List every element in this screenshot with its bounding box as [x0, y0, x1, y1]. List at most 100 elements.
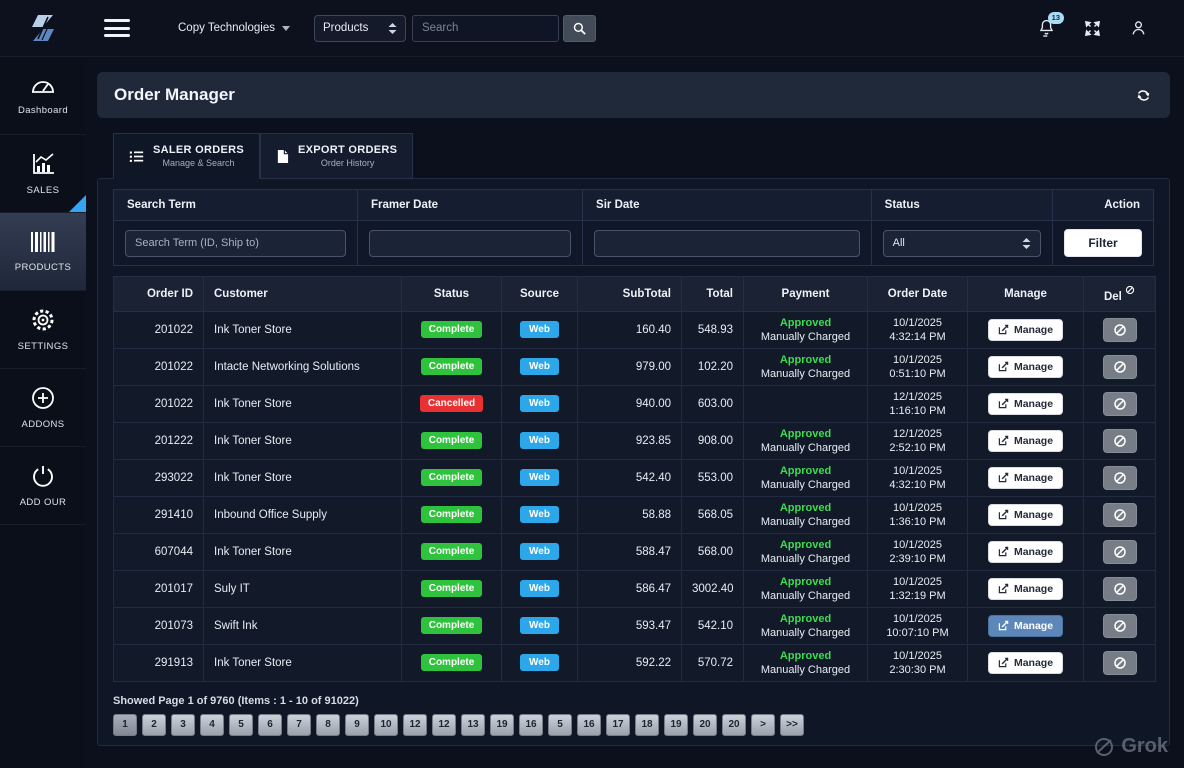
- expand-icon: [1083, 19, 1102, 38]
- column-header-source: Source: [502, 277, 578, 312]
- page-button-18[interactable]: 18: [635, 714, 659, 736]
- delete-button[interactable]: [1103, 466, 1137, 490]
- page-button-9[interactable]: 9: [345, 714, 369, 736]
- fullscreen-button[interactable]: [1083, 19, 1102, 38]
- delete-button[interactable]: [1103, 392, 1137, 416]
- page-button-10[interactable]: 10: [374, 714, 398, 736]
- manage-button[interactable]: Manage: [988, 541, 1063, 563]
- next-page-button[interactable]: >: [751, 714, 775, 736]
- column-header-manage: Manage: [968, 277, 1084, 312]
- search-input[interactable]: [412, 15, 559, 42]
- payment-cell: ApprovedManually Charged: [744, 644, 868, 681]
- store-switcher[interactable]: Copy Technologies: [178, 22, 290, 34]
- order-date-cell: 10/1/20251:36:10 PM: [868, 496, 968, 533]
- manage-button[interactable]: Manage: [988, 652, 1063, 674]
- page-button-13[interactable]: 13: [461, 714, 485, 736]
- source-badge: Web: [520, 580, 559, 597]
- order-time: 2:39:10 PM: [878, 552, 957, 566]
- order-id-cell: 291410: [114, 496, 204, 533]
- manage-button[interactable]: Manage: [988, 430, 1063, 452]
- delete-button[interactable]: [1103, 503, 1137, 527]
- page-button-1[interactable]: 1: [113, 714, 137, 736]
- delete-button[interactable]: [1103, 577, 1137, 601]
- manage-button[interactable]: Manage: [988, 615, 1063, 637]
- delete-button[interactable]: [1103, 355, 1137, 379]
- notifications-button[interactable]: 13: [1037, 18, 1056, 39]
- payment-method: Manually Charged: [754, 367, 857, 381]
- order-id-cell: 293022: [114, 459, 204, 496]
- page-button-17[interactable]: 17: [606, 714, 630, 736]
- manage-button[interactable]: Manage: [988, 467, 1063, 489]
- sidebar-item-settings[interactable]: SETTINGS: [0, 291, 86, 369]
- payment-status: Approved: [754, 464, 857, 478]
- del-cell: [1084, 422, 1156, 459]
- updown-icon: [388, 23, 397, 34]
- delete-button[interactable]: [1103, 540, 1137, 564]
- manage-button[interactable]: Manage: [988, 578, 1063, 600]
- last-page-button[interactable]: >>: [780, 714, 804, 736]
- payment-cell: ApprovedManually Charged: [744, 422, 868, 459]
- filter-button[interactable]: Filter: [1064, 229, 1142, 257]
- filter-to-date-input[interactable]: [594, 230, 860, 257]
- page-button-5[interactable]: 5: [548, 714, 572, 736]
- manage-button[interactable]: Manage: [988, 356, 1063, 378]
- edit-icon: [998, 361, 1009, 372]
- tab-saler-orders[interactable]: SALER ORDERS Manage & Search: [113, 133, 260, 179]
- delete-button[interactable]: [1103, 614, 1137, 638]
- search-button[interactable]: [563, 15, 596, 42]
- page-button-19[interactable]: 19: [664, 714, 688, 736]
- order-date: 10/1/2025: [878, 464, 957, 478]
- ban-icon: [1113, 323, 1127, 337]
- page-button-5[interactable]: 5: [229, 714, 253, 736]
- page-button-12[interactable]: 12: [403, 714, 427, 736]
- manage-button[interactable]: Manage: [988, 393, 1063, 415]
- page-button-3[interactable]: 3: [171, 714, 195, 736]
- delete-button[interactable]: [1103, 429, 1137, 453]
- page-button-6[interactable]: 6: [258, 714, 282, 736]
- delete-button[interactable]: [1103, 651, 1137, 675]
- manage-button[interactable]: Manage: [988, 319, 1063, 341]
- order-row: 201073Swift InkCompleteWeb593.47542.10Ap…: [114, 607, 1156, 644]
- manage-button[interactable]: Manage: [988, 504, 1063, 526]
- products-select[interactable]: Products: [314, 15, 406, 42]
- sidebar: Dashboard SALES PRODUCTS SETTINGS: [0, 57, 86, 768]
- sidebar-item-label: ADD OUR: [20, 497, 67, 508]
- tab-export-orders[interactable]: EXPORT ORDERS Order History: [260, 133, 413, 179]
- page-button-8[interactable]: 8: [316, 714, 340, 736]
- source-badge: Web: [520, 617, 559, 634]
- menu-toggle-icon[interactable]: [104, 19, 130, 37]
- page-title: Order Manager: [114, 85, 235, 105]
- status-badge: Complete: [421, 617, 483, 634]
- sales-chart-icon: [29, 151, 57, 177]
- filter-from-date-input[interactable]: [369, 230, 571, 257]
- delete-button[interactable]: [1103, 318, 1137, 342]
- total-cell: 568.00: [682, 533, 744, 570]
- sidebar-item-dashboard[interactable]: Dashboard: [0, 57, 86, 135]
- sidebar-item-logout[interactable]: ADD OUR: [0, 447, 86, 525]
- page-button-4[interactable]: 4: [200, 714, 224, 736]
- filter-search-input[interactable]: [125, 230, 346, 257]
- user-menu-button[interactable]: [1129, 18, 1148, 38]
- filter-status-select[interactable]: All: [883, 230, 1041, 257]
- sidebar-item-products[interactable]: PRODUCTS: [0, 213, 86, 291]
- order-time: 1:16:10 PM: [878, 404, 957, 418]
- column-header-payment: Payment: [744, 277, 868, 312]
- page-button-7[interactable]: 7: [287, 714, 311, 736]
- sidebar-item-addons[interactable]: ADDONS: [0, 369, 86, 447]
- page-button-20[interactable]: 20: [722, 714, 746, 736]
- order-time: 2:52:10 PM: [878, 441, 957, 455]
- sidebar-item-sales[interactable]: SALES: [0, 135, 86, 213]
- page-button-20[interactable]: 20: [693, 714, 717, 736]
- payment-method: Manually Charged: [754, 441, 857, 455]
- order-date: 10/1/2025: [878, 316, 957, 330]
- page-button-2[interactable]: 2: [142, 714, 166, 736]
- page-button-19[interactable]: 19: [490, 714, 514, 736]
- sidebar-item-label: SETTINGS: [18, 341, 69, 352]
- page-button-16[interactable]: 16: [519, 714, 543, 736]
- order-time: 1:32:19 PM: [878, 589, 957, 603]
- page-button-16[interactable]: 16: [577, 714, 601, 736]
- refresh-button[interactable]: [1134, 86, 1153, 105]
- app-logo[interactable]: [0, 11, 86, 45]
- page-button-12[interactable]: 12: [432, 714, 456, 736]
- manage-cell: Manage: [968, 570, 1084, 607]
